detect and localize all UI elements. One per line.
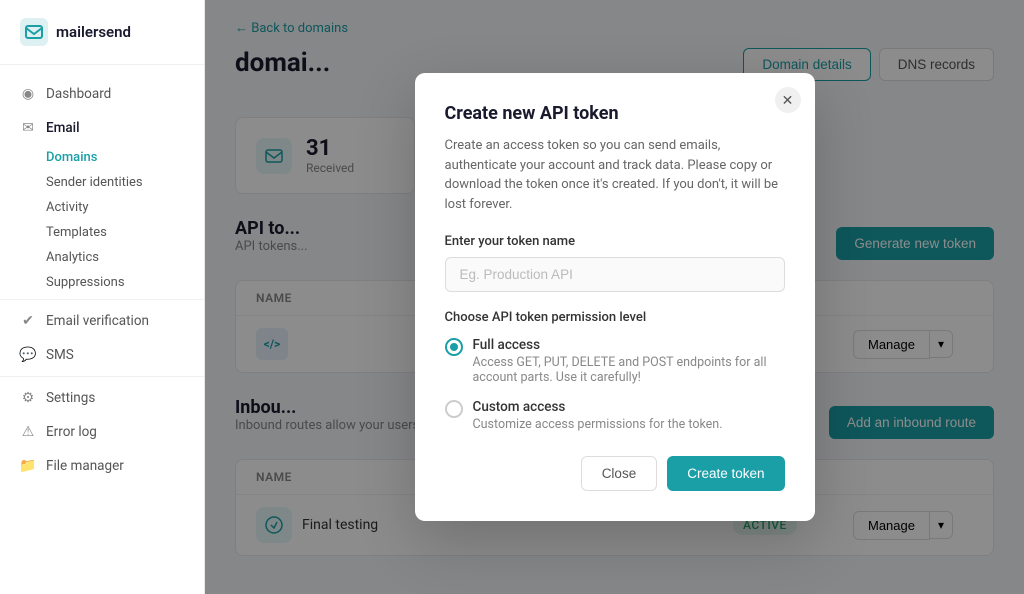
sidebar-item-settings-label: Settings	[46, 390, 95, 406]
sidebar-item-domains[interactable]: Domains	[46, 145, 204, 170]
sidebar-item-sms[interactable]: 💬 SMS	[0, 338, 204, 372]
modal-title: Create new API token	[445, 103, 785, 124]
full-access-radio[interactable]	[445, 338, 463, 356]
sidebar-item-email-label: Email	[46, 120, 80, 136]
sidebar-nav: ◉ Dashboard ✉ Email Domains Sender ident…	[0, 65, 204, 594]
sms-icon: 💬	[20, 347, 36, 363]
sidebar-item-suppressions[interactable]: Suppressions	[46, 270, 204, 295]
full-access-radio-dot	[450, 343, 458, 351]
create-token-button[interactable]: Create token	[667, 456, 784, 491]
custom-access-radio[interactable]	[445, 400, 463, 418]
custom-access-label: Custom access	[473, 399, 723, 415]
token-name-label: Enter your token name	[445, 234, 785, 249]
sidebar-item-dashboard-label: Dashboard	[46, 86, 111, 102]
close-button[interactable]: Close	[581, 456, 658, 491]
custom-access-option[interactable]: Custom access Customize access permissio…	[445, 399, 785, 432]
sidebar-item-file-manager[interactable]: 📁 File manager	[0, 449, 204, 483]
settings-icon: ⚙	[20, 390, 36, 406]
sidebar-item-sms-label: SMS	[46, 347, 74, 363]
full-access-label: Full access	[473, 337, 785, 353]
sidebar-item-email-verification[interactable]: ✔ Email verification	[0, 304, 204, 338]
main-content: ← Back to domains domai... Domain detail…	[205, 0, 1024, 594]
modal-close-button[interactable]: ✕	[775, 87, 801, 113]
logo-area: mailersend	[0, 0, 204, 65]
email-verification-icon: ✔	[20, 313, 36, 329]
sidebar-item-dashboard[interactable]: ◉ Dashboard	[0, 77, 204, 111]
sidebar-item-email-verification-label: Email verification	[46, 313, 149, 329]
sidebar-item-error-log[interactable]: ⚠ Error log	[0, 415, 204, 449]
email-subnav: Domains Sender identities Activity Templ…	[0, 145, 204, 295]
token-name-input[interactable]	[445, 257, 785, 292]
error-log-icon: ⚠	[20, 424, 36, 440]
sidebar-item-templates[interactable]: Templates	[46, 220, 204, 245]
modal-overlay[interactable]: ✕ Create new API token Create an access …	[205, 0, 1024, 594]
sidebar-item-activity[interactable]: Activity	[46, 195, 204, 220]
create-api-token-modal: ✕ Create new API token Create an access …	[415, 73, 815, 521]
sidebar-item-error-log-label: Error log	[46, 424, 97, 440]
full-access-description: Access GET, PUT, DELETE and POST endpoin…	[473, 355, 785, 385]
sidebar-item-analytics[interactable]: Analytics	[46, 245, 204, 270]
modal-description: Create an access token so you can send e…	[445, 136, 785, 214]
sidebar: mailersend ◉ Dashboard ✉ Email Domains S…	[0, 0, 205, 594]
file-manager-icon: 📁	[20, 458, 36, 474]
sidebar-item-file-manager-label: File manager	[46, 458, 124, 474]
modal-footer: Close Create token	[445, 456, 785, 491]
sidebar-item-settings[interactable]: ⚙ Settings	[0, 381, 204, 415]
full-access-option[interactable]: Full access Access GET, PUT, DELETE and …	[445, 337, 785, 385]
dashboard-icon: ◉	[20, 86, 36, 102]
sidebar-item-sender-identities[interactable]: Sender identities	[46, 170, 204, 195]
logo-text: mailersend	[56, 23, 131, 41]
email-icon: ✉	[20, 120, 36, 136]
permission-section-title: Choose API token permission level	[445, 310, 785, 325]
sidebar-item-email[interactable]: ✉ Email	[0, 111, 204, 145]
logo-icon	[20, 18, 48, 46]
custom-access-description: Customize access permissions for the tok…	[473, 417, 723, 432]
